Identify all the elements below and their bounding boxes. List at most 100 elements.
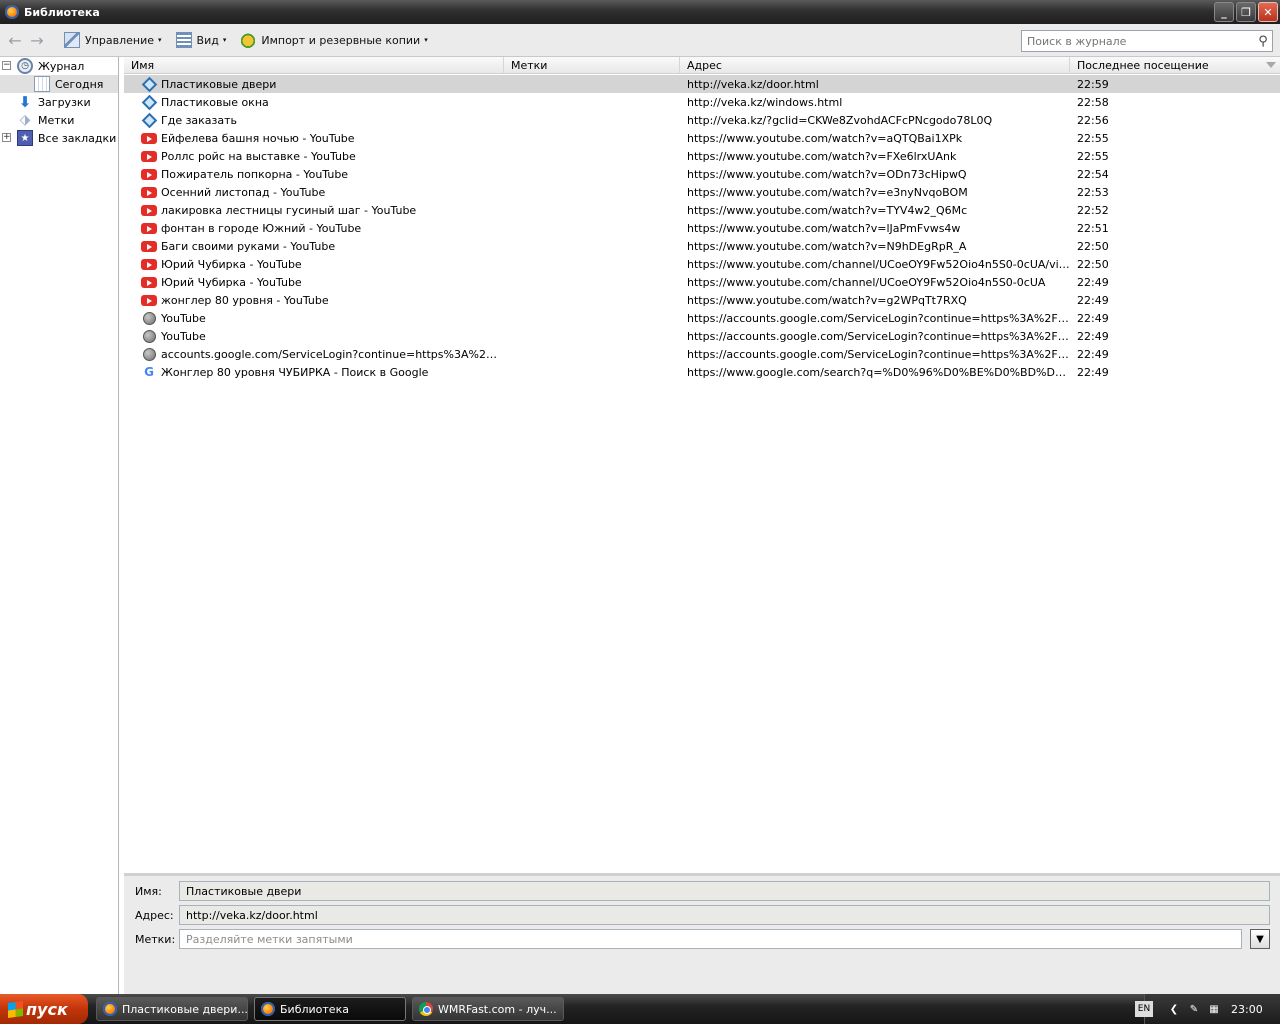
table-row[interactable]: Пожиратель попкорна - YouTube https://www… (124, 165, 1280, 183)
bookmarks-star-icon: ★ (17, 130, 33, 146)
cell-last-visit: 22:51 (1077, 221, 1109, 235)
tray-arrow-icon[interactable]: ❮ (1167, 1002, 1181, 1016)
forward-button[interactable]: → (26, 29, 48, 51)
back-button[interactable]: ← (4, 29, 26, 51)
title-bar: Библиотека _ ❐ ✕ (0, 0, 1280, 24)
manage-label: Управление (85, 33, 155, 47)
sidebar-item-today[interactable]: Сегодня (0, 75, 118, 93)
youtube-icon (141, 274, 157, 290)
youtube-icon (141, 166, 157, 182)
cell-address: https://accounts.google.com/ServiceLogin… (687, 347, 1070, 361)
sidebar-item-tags[interactable]: ⬗ Метки (0, 111, 118, 129)
sidebar-item-downloads[interactable]: ⬇ Загрузки (0, 93, 118, 111)
table-row[interactable]: Роллс ройс на выставке - YouTube https://… (124, 147, 1280, 165)
table-row[interactable]: Пластиковые окна http://veka.kz/windows.h… (124, 93, 1280, 111)
cell-name: Пожиратель попкорна - YouTube (124, 166, 680, 182)
cell-last-visit: 22:54 (1077, 167, 1109, 181)
language-indicator[interactable]: EN (1135, 1001, 1153, 1017)
tags-field[interactable] (179, 929, 1242, 949)
system-tray: EN ❮ ✎ ▦ 23:00 (1135, 994, 1280, 1024)
expand-twisty[interactable]: + (2, 133, 11, 142)
cell-name: жонглер 80 уровня - YouTube (124, 292, 680, 308)
sidebar-item-all-bookmarks[interactable]: + ★ Все закладки (0, 129, 118, 147)
table-row[interactable]: Пластиковые двери http://veka.kz/door.htm… (124, 75, 1280, 93)
cell-name: Пластиковые двери (124, 76, 680, 92)
cell-address: https://accounts.google.com/ServiceLogin… (687, 329, 1070, 343)
row-title: YouTube (161, 311, 206, 325)
import-icon (240, 32, 257, 48)
tags-input[interactable] (186, 932, 1241, 946)
table-row[interactable]: жонглер 80 уровня - YouTube https://www.y… (124, 291, 1280, 309)
cell-address: https://accounts.google.com/ServiceLogin… (687, 311, 1070, 325)
download-arrow-icon: ⬇ (18, 93, 32, 111)
cell-name: Баги своими руками - YouTube (124, 238, 680, 254)
column-header-name[interactable]: Имя (124, 57, 504, 74)
history-table: Имя Метки Адрес Последнее посещение Плас… (124, 57, 1280, 873)
cell-last-visit: 22:49 (1077, 329, 1109, 343)
youtube-icon (141, 292, 157, 308)
import-backup-menu[interactable]: Импорт и резервные копии ▾ (236, 28, 431, 52)
sort-descending-icon[interactable] (1266, 62, 1276, 68)
row-title: Осенний листопад - YouTube (161, 185, 326, 199)
table-row[interactable]: Где заказать http://veka.kz/?gclid=CKWe8Z… (124, 111, 1280, 129)
windows-logo-icon (8, 1000, 23, 1018)
column-header-address[interactable]: Адрес (680, 57, 1070, 74)
cell-name: YouTube (124, 328, 680, 344)
search-icon[interactable]: ⚲ (1254, 32, 1272, 50)
start-button[interactable]: пуск (0, 994, 88, 1024)
sidebar-item-history[interactable]: − ◷ Журнал (0, 57, 118, 75)
details-address-row: Адрес: (124, 904, 1280, 926)
table-row[interactable]: фонтан в городе Южний - YouTube https://w… (124, 219, 1280, 237)
row-title: Пластиковые двери (161, 77, 277, 91)
youtube-icon (141, 202, 157, 218)
table-row[interactable]: лакировка лестницы гусиный шаг - YouTube… (124, 201, 1280, 219)
maximize-button[interactable]: ❐ (1236, 2, 1256, 22)
chrome-icon (419, 1002, 433, 1016)
cell-last-visit: 22:53 (1077, 185, 1109, 199)
table-row[interactable]: G Жонглер 80 уровня ЧУБИРКА - Поиск в Goo… (124, 363, 1280, 381)
table-row[interactable]: Осенний листопад - YouTube https://www.yo… (124, 183, 1280, 201)
view-icon (175, 32, 192, 48)
details-name-row: Имя: (124, 880, 1280, 902)
search-input[interactable] (1027, 34, 1254, 48)
address-field[interactable] (179, 905, 1270, 925)
sidebar-item-label: Сегодня (55, 77, 104, 91)
taskbar-item-label: Библиотека (280, 1002, 349, 1016)
table-row[interactable]: YouTube https://accounts.google.com/Servi… (124, 327, 1280, 345)
table-row[interactable]: Юрий Чубирка - YouTube https://www.youtub… (124, 255, 1280, 273)
network-icon[interactable]: ▦ (1207, 1002, 1221, 1016)
column-header-tags[interactable]: Метки (504, 57, 680, 74)
youtube-icon (141, 220, 157, 236)
column-header-last-visit[interactable]: Последнее посещение (1070, 57, 1280, 74)
cell-last-visit: 22:49 (1077, 365, 1109, 379)
view-menu[interactable]: Вид ▾ (172, 28, 231, 52)
history-rows: Пластиковые двери http://veka.kz/door.htm… (124, 75, 1280, 381)
cell-last-visit: 22:58 (1077, 95, 1109, 109)
cell-address: http://veka.kz/?gclid=CKWe8ZvohdACFcPNcg… (687, 113, 993, 127)
taskbar-item-library[interactable]: Библиотека (254, 997, 406, 1021)
column-header-row: Имя Метки Адрес Последнее посещение (124, 57, 1280, 74)
close-button[interactable]: ✕ (1258, 2, 1278, 22)
youtube-icon (141, 148, 157, 164)
table-row[interactable]: Баги своими руками - YouTube https://www.… (124, 237, 1280, 255)
calendar-icon (34, 76, 50, 92)
manage-menu[interactable]: Управление ▾ (60, 28, 166, 52)
taskbar-item-chrome[interactable]: WMRFast.com - луч... (412, 997, 564, 1021)
table-row[interactable]: Ейфелева башня ночью - YouTube https://ww… (124, 129, 1280, 147)
table-row[interactable]: Юрий Чубирка - YouTube https://www.youtub… (124, 273, 1280, 291)
view-label: Вид (196, 33, 219, 47)
sidebar-tree: − ◷ Журнал Сегодня ⬇ Загрузки ⬗ Метки + … (0, 57, 119, 994)
tags-dropdown-button[interactable]: ▼ (1250, 929, 1270, 949)
minimize-button[interactable]: _ (1214, 2, 1234, 22)
row-title: Пластиковые окна (161, 95, 269, 109)
taskbar-item-firefox-window[interactable]: Пластиковые двери... (96, 997, 248, 1021)
cell-name: YouTube (124, 310, 680, 326)
name-field[interactable] (179, 881, 1270, 901)
collapse-twisty[interactable]: − (2, 61, 11, 70)
feather-icon[interactable]: ✎ (1187, 1002, 1201, 1016)
table-row[interactable]: YouTube https://accounts.google.com/Servi… (124, 309, 1280, 327)
name-input[interactable] (186, 884, 1269, 898)
table-row[interactable]: accounts.google.com/ServiceLogin?continu… (124, 345, 1280, 363)
taskbar-item-label: WMRFast.com - луч... (438, 1002, 557, 1016)
address-input[interactable] (186, 908, 1269, 922)
